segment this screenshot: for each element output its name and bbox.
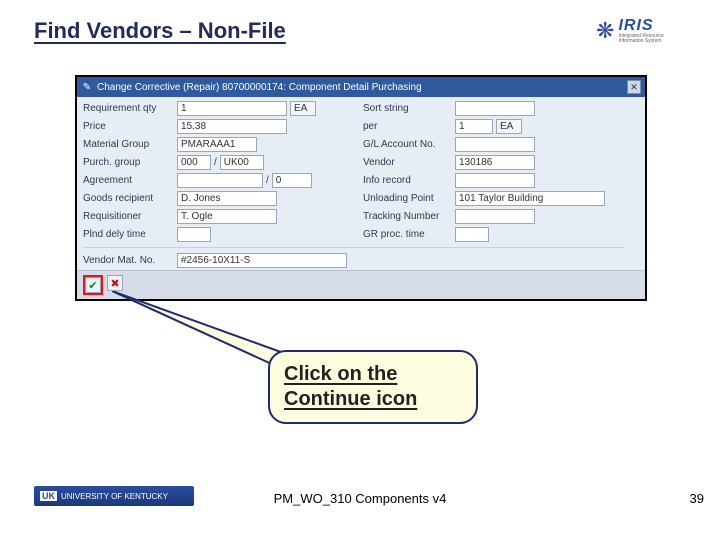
iris-logo: ❋ IRIS Integrated Resource Information S… <box>596 14 686 48</box>
label-gr-proc-time: GR proc. time <box>363 227 449 242</box>
vendor-mat-no-field[interactable]: #2456-10X11-S <box>177 253 347 268</box>
form-divider <box>83 247 625 248</box>
gr-proc-time-field[interactable] <box>455 227 489 242</box>
label-agreement: Agreement <box>83 173 171 188</box>
plnd-dely-time-field[interactable] <box>177 227 211 242</box>
label-requirement-qty: Requirement qty <box>83 101 171 116</box>
sap-title-text: Change Corrective (Repair) 80700000174: … <box>97 82 627 93</box>
label-vendor: Vendor <box>363 155 449 170</box>
iris-flower-icon: ❋ <box>596 18 614 44</box>
per-unit: EA <box>496 119 522 134</box>
sort-string-field[interactable] <box>455 101 535 116</box>
edit-document-icon: ✎ <box>81 81 93 93</box>
price-field[interactable]: 15.38 <box>177 119 287 134</box>
per-field[interactable]: 1 <box>455 119 493 134</box>
sap-dialog: ✎ Change Corrective (Repair) 80700000174… <box>75 75 647 301</box>
window-close-button[interactable]: ✕ <box>627 80 641 94</box>
gl-account-field[interactable] <box>455 137 535 152</box>
label-unloading-point: Unloading Point <box>363 191 449 206</box>
label-plnd-dely-time: Plnd dely time <box>83 227 171 242</box>
label-info-record: Info record <box>363 173 449 188</box>
agreement-item-field[interactable]: 0 <box>272 173 312 188</box>
slide-title: Find Vendors – Non-File <box>34 18 286 44</box>
requisitioner-field[interactable]: T. Ogle <box>177 209 277 224</box>
label-vendor-mat-no: Vendor Mat. No. <box>83 253 171 268</box>
label-per: per <box>363 119 449 134</box>
callout-pointer <box>112 291 292 371</box>
agreement-field[interactable] <box>177 173 263 188</box>
page-number: 39 <box>690 491 704 506</box>
unloading-point-field[interactable]: 101 Taylor Building <box>455 191 605 206</box>
info-record-field[interactable] <box>455 173 535 188</box>
goods-recipient-field[interactable]: D. Jones <box>177 191 277 206</box>
continue-highlight: ✔ <box>83 275 103 295</box>
agreement-separator: / <box>266 175 269 186</box>
label-requisitioner: Requisitioner <box>83 209 171 224</box>
check-icon: ✔ <box>88 279 97 292</box>
label-tracking-number: Tracking Number <box>363 209 449 224</box>
label-price: Price <box>83 119 171 134</box>
label-sort-string: Sort string <box>363 101 449 116</box>
continue-button[interactable]: ✔ <box>85 277 101 293</box>
requirement-qty-field[interactable]: 1 <box>177 101 287 116</box>
label-purch-group: Purch. group <box>83 155 171 170</box>
label-goods-recipient: Goods recipient <box>83 191 171 206</box>
footer-doc-id: PM_WO_310 Components v4 <box>0 491 720 506</box>
purch-group-field-1[interactable]: 000 <box>177 155 211 170</box>
cancel-button[interactable]: ✖ <box>107 275 123 291</box>
label-material-group: Material Group <box>83 137 171 152</box>
tracking-number-field[interactable] <box>455 209 535 224</box>
sap-titlebar: ✎ Change Corrective (Repair) 80700000174… <box>77 77 645 97</box>
instruction-callout: Click on the Continue icon <box>268 350 478 424</box>
purch-group-separator: / <box>214 157 217 168</box>
requirement-qty-unit: EA <box>290 101 316 116</box>
cancel-icon: ✖ <box>110 277 119 290</box>
material-group-field[interactable]: PMARAAA1 <box>177 137 257 152</box>
label-gl-account: G/L Account No. <box>363 137 449 152</box>
purch-group-field-2[interactable]: UK00 <box>220 155 264 170</box>
iris-logo-tagline: Integrated Resource Information System <box>618 34 686 44</box>
iris-logo-text: IRIS <box>618 18 686 34</box>
vendor-field[interactable]: 130186 <box>455 155 535 170</box>
sap-form-body: Requirement qty 1 EA Sort string Price 1… <box>77 97 645 270</box>
dialog-button-bar: ✔ ✖ <box>77 270 645 299</box>
